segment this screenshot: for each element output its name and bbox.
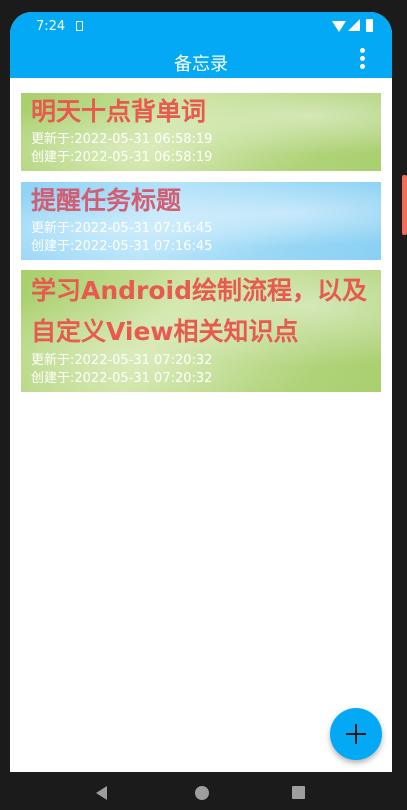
note-created-time: 创建于:2022-05-31 06:58:19	[31, 150, 213, 165]
status-bar: 7:24	[10, 12, 392, 42]
note-updated-time: 更新于:2022-05-31 06:58:19	[31, 132, 213, 147]
back-icon[interactable]	[96, 786, 107, 800]
app-screen: 7:24 备忘录 明天十点背单词 更新于:2022-05-31 06:58:19…	[10, 12, 392, 772]
note-title: 学习Android绘制流程，以及自定义View相关知识点	[31, 276, 368, 346]
plus-icon	[346, 724, 366, 744]
note-created-time: 创建于:2022-05-31 07:20:32	[31, 371, 213, 386]
note-title: 提醒任务标题	[31, 186, 182, 215]
sim-card-icon	[76, 21, 83, 31]
note-card[interactable]: 提醒任务标题 更新于:2022-05-31 07:16:45 创建于:2022-…	[21, 182, 381, 260]
note-created-time: 创建于:2022-05-31 07:16:45	[31, 239, 213, 254]
home-icon[interactable]	[195, 786, 209, 800]
cell-signal-icon	[348, 19, 360, 31]
app-title: 备忘录	[174, 54, 228, 75]
app-bar: 备忘录	[10, 42, 392, 78]
note-updated-time: 更新于:2022-05-31 07:16:45	[31, 221, 213, 236]
more-vert-icon[interactable]	[354, 48, 370, 72]
status-time: 7:24	[36, 19, 66, 34]
battery-icon	[366, 19, 373, 32]
recents-icon[interactable]	[292, 786, 305, 799]
navigation-bar	[0, 772, 407, 810]
add-note-button[interactable]	[330, 708, 382, 760]
note-updated-time: 更新于:2022-05-31 07:20:32	[31, 353, 213, 368]
note-card[interactable]: 学习Android绘制流程，以及自定义View相关知识点 更新于:2022-05…	[21, 270, 381, 392]
device-side-button	[402, 175, 407, 235]
note-title: 明天十点背单词	[31, 97, 207, 126]
wifi-icon	[332, 21, 346, 32]
note-card[interactable]: 明天十点背单词 更新于:2022-05-31 06:58:19 创建于:2022…	[21, 93, 381, 171]
